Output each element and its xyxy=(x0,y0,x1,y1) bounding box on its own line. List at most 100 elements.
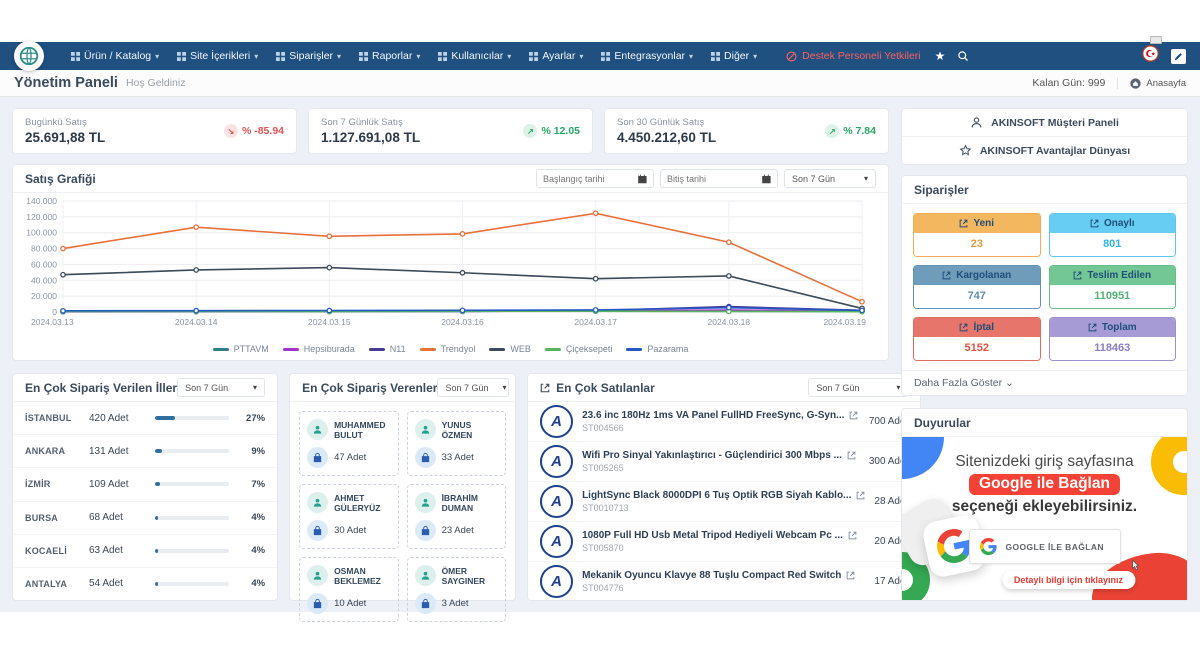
menu-label: Kullanıcılar xyxy=(451,50,503,62)
order-status-card[interactable]: Onaylı 801 xyxy=(1049,213,1177,257)
announcements-title: Duyurular xyxy=(914,416,971,430)
akinsoft-logo[interactable] xyxy=(14,41,44,71)
remaining-days: Kalan Gün: 999 xyxy=(1032,77,1117,89)
stat-card: Son 7 Günlük Satış 1.127.691,08 TL ↗ % 1… xyxy=(308,108,593,154)
navbar-menu-item[interactable]: Site İçerikleri ▾ xyxy=(168,50,267,62)
person-icon xyxy=(307,492,328,513)
range-value: Son 7 Gün xyxy=(816,383,859,393)
stat-change-badge: ↗ % 7.84 xyxy=(825,124,876,138)
menu-label: Siparişler xyxy=(289,50,333,62)
chevron-down-icon: ▾ xyxy=(579,52,583,61)
google-logo-icon xyxy=(980,538,997,555)
globe-icon xyxy=(18,45,40,67)
navbar-menu-item[interactable]: Diğer ▾ xyxy=(702,50,766,62)
end-date-field[interactable] xyxy=(660,169,778,188)
product-row[interactable]: A Mekanik Oyuncu Klavye 88 Tuşlu Compact… xyxy=(528,561,920,601)
buyer-name: İBRAHİM DUMAN xyxy=(442,493,499,513)
product-row[interactable]: A Wifi Pro Sinyal Yakınlaştırıcı - Güçle… xyxy=(528,441,920,481)
navbar: Ürün / Katalog ▾ Site İçerikleri ▾ Sipar… xyxy=(0,42,1200,70)
svg-text:120.000: 120.000 xyxy=(26,212,57,222)
announcements-panel: Duyurular Sitenizdeki giriş sa xyxy=(901,408,1188,601)
home-link[interactable]: Anasayfa xyxy=(1117,78,1186,89)
person-icon xyxy=(307,565,328,586)
order-status-card[interactable]: Teslim Edilen 110951 xyxy=(1049,265,1177,309)
navbar-menu-item[interactable]: Ayarlar ▾ xyxy=(520,50,592,62)
external-link-icon xyxy=(1088,323,1097,332)
external-link-icon xyxy=(856,491,865,500)
svg-text:2024.03.13: 2024.03.13 xyxy=(31,317,74,327)
cities-title: En Çok Sipariş Verilen İller xyxy=(25,381,177,395)
reports-icon xyxy=(359,52,368,61)
users-icon xyxy=(438,52,447,61)
advantages-link[interactable]: AKINSOFT Avantajlar Dünyası xyxy=(902,137,1187,164)
announcement-banner[interactable]: Sitenizdeki giriş sayfasına Google ile B… xyxy=(902,437,1187,600)
buyer-name: ÖMER SAYGINER xyxy=(442,566,499,586)
city-percent: 4% xyxy=(239,578,265,589)
legend-label: Trendyol xyxy=(441,344,476,354)
edit-mode-button[interactable] xyxy=(1171,49,1186,64)
sellers-range-select[interactable]: Son 7 Gün ▾ xyxy=(808,378,908,397)
city-name: ANKARA xyxy=(25,446,89,456)
product-row[interactable]: A 1080P Full HD Usb Metal Tripod Hediyel… xyxy=(528,521,920,561)
favorite-star-icon[interactable]: ★ xyxy=(935,49,946,63)
quick-links-card: AKINSOFT Müşteri Paneli AKINSOFT Avantaj… xyxy=(901,108,1188,165)
navbar-menu-item[interactable]: Raporlar ▾ xyxy=(350,50,429,62)
product-row[interactable]: A LightSync Black 8000DPI 6 Tuş Optik RG… xyxy=(528,481,920,521)
language-flag[interactable] xyxy=(1142,45,1159,67)
navbar-menu-item[interactable]: Ürün / Katalog ▾ xyxy=(62,50,168,62)
cities-range-select[interactable]: Son 7 Gün ▾ xyxy=(177,378,265,397)
calendar-icon xyxy=(638,174,647,184)
start-date-input[interactable] xyxy=(543,174,634,184)
chevron-down-icon: ▾ xyxy=(507,52,511,61)
google-signin-button[interactable]: GOOGLE İLE BAĞLAN xyxy=(969,529,1121,564)
navbar-menu-item[interactable]: Entegrasyonlar ▾ xyxy=(592,50,702,62)
details-link[interactable]: Detaylı bilgi için tıklayınız xyxy=(1002,571,1135,589)
navbar-menu-item[interactable]: Kullanıcılar ▾ xyxy=(429,50,520,62)
buyers-title: En Çok Sipariş Verenler xyxy=(302,381,437,395)
top-buyers-panel: En Çok Sipariş Verenler Son 7 Gün ▾ MUHA… xyxy=(289,373,516,601)
start-date-field[interactable] xyxy=(536,169,654,188)
search-icon[interactable] xyxy=(957,50,969,62)
legend-swatch xyxy=(283,348,299,351)
trend-arrow-icon: ↗ xyxy=(523,124,537,138)
svg-text:40.000: 40.000 xyxy=(31,275,57,285)
chevron-down-icon: ▾ xyxy=(689,52,693,61)
turkish-flag-icon xyxy=(1142,45,1159,62)
menu-label: Ayarlar xyxy=(542,50,575,62)
city-count: 131 Adet xyxy=(89,446,145,457)
legend-swatch xyxy=(626,348,642,351)
city-percent: 9% xyxy=(239,446,265,457)
order-status-card[interactable]: Kargolanan 747 xyxy=(913,265,1041,309)
product-name: 23.6 inc 180Hz 1ms VA Panel FullHD FreeS… xyxy=(582,410,844,421)
customer-panel-link[interactable]: AKINSOFT Müşteri Paneli xyxy=(902,109,1187,137)
external-link-icon xyxy=(1090,219,1099,228)
buyers-grid: MUHAMMED BULUT 47 Adet YUNUS ÖZMEN 33 Ad… xyxy=(290,402,515,631)
orders-icon xyxy=(276,52,285,61)
support-permissions-link[interactable]: Destek Personeli Yetkileri xyxy=(786,50,920,62)
buyer-name: OSMAN BEKLEMEZ xyxy=(334,566,391,586)
chart-range-select[interactable]: Son 7 Gün ▾ xyxy=(784,169,876,188)
stat-label: Bugünkü Satış xyxy=(25,117,105,128)
customer-panel-label: AKINSOFT Müşteri Paneli xyxy=(991,117,1119,129)
product-rows: A 23.6 inc 180Hz 1ms VA Panel FullHD Fre… xyxy=(528,402,920,601)
buyer-order-count: 47 Adet xyxy=(334,452,366,463)
announcement-highlight: Google ile Bağlan xyxy=(969,474,1120,495)
order-status-card[interactable]: İptal 5152 xyxy=(913,317,1041,361)
city-percent: 27% xyxy=(239,413,265,424)
city-count: 63 Adet xyxy=(89,545,145,556)
navbar-menu-item[interactable]: Siparişler ▾ xyxy=(267,50,350,62)
order-status-card[interactable]: Toplam 118463 xyxy=(1049,317,1177,361)
buyers-range-select[interactable]: Son 7 Gün ▾ xyxy=(437,378,509,397)
svg-text:2024.03.16: 2024.03.16 xyxy=(441,317,484,327)
language-badge xyxy=(1150,36,1162,44)
buyer-name: YUNUS ÖZMEN xyxy=(442,420,499,440)
show-more-button[interactable]: Daha Fazla Göster ⌄ xyxy=(902,370,1187,395)
bag-icon xyxy=(415,520,436,541)
city-progress-fill xyxy=(155,449,162,453)
product-row[interactable]: A 23.6 inc 180Hz 1ms VA Panel FullHD Fre… xyxy=(528,402,920,441)
buyer-name: AHMET GÜLERYÜZ xyxy=(334,493,391,513)
order-status-card[interactable]: Yeni 23 xyxy=(913,213,1041,257)
external-link-icon xyxy=(959,323,968,332)
end-date-input[interactable] xyxy=(667,174,758,184)
product-code: ST005265 xyxy=(582,463,860,473)
